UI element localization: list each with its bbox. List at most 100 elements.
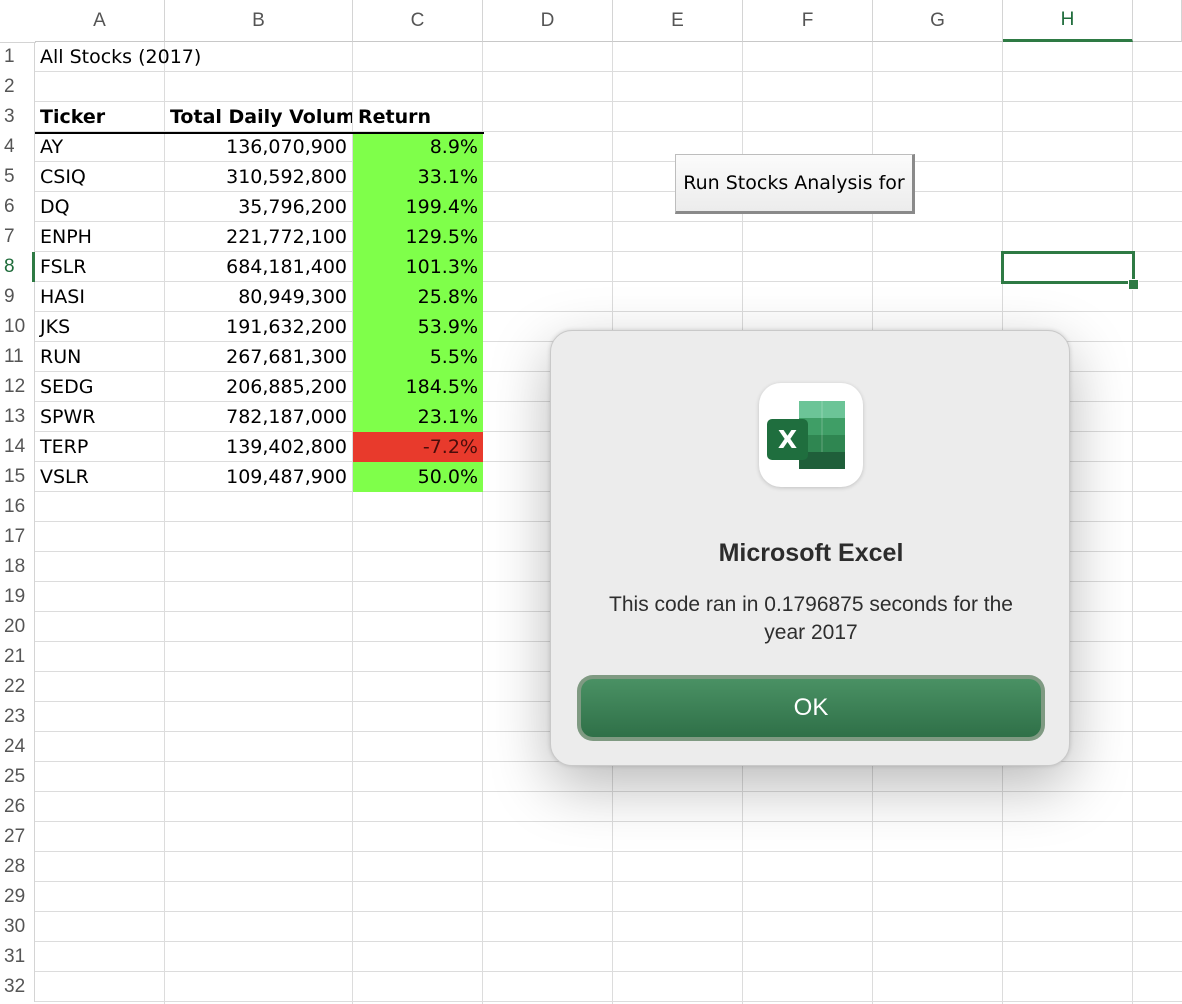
column-header-e[interactable]: E — [613, 0, 743, 42]
row-header-2[interactable]: 2 — [0, 72, 35, 102]
volume-cell[interactable]: 267,681,300 — [165, 342, 352, 372]
return-cell[interactable]: 23.1% — [353, 402, 483, 432]
ok-button-focus-ring: OK — [577, 675, 1045, 741]
run-stocks-analysis-button[interactable]: Run Stocks Analysis for — [675, 154, 915, 214]
volume-cell[interactable]: 310,592,800 — [165, 162, 352, 192]
row-header-28[interactable]: 28 — [0, 852, 35, 882]
volume-cell[interactable]: 35,796,200 — [165, 192, 352, 222]
row-header-32[interactable]: 32 — [0, 972, 35, 1002]
volume-cell[interactable]: 684,181,400 — [165, 252, 352, 282]
row-gridline — [35, 821, 1182, 822]
header-bottom-border — [35, 132, 484, 134]
ticker-cell[interactable]: HASI — [35, 282, 164, 312]
row-header-10[interactable]: 10 — [0, 312, 35, 342]
volume-cell[interactable]: 206,885,200 — [165, 372, 352, 402]
row-header-12[interactable]: 12 — [0, 372, 35, 402]
fill-handle[interactable] — [1128, 279, 1139, 290]
row-header-18[interactable]: 18 — [0, 552, 35, 582]
row-header-5[interactable]: 5 — [0, 162, 35, 192]
ticker-cell[interactable]: ENPH — [35, 222, 164, 252]
row-header-30[interactable]: 30 — [0, 912, 35, 942]
volume-cell[interactable]: 136,070,900 — [165, 132, 352, 162]
row-header-11[interactable]: 11 — [0, 342, 35, 372]
row-header-20[interactable]: 20 — [0, 612, 35, 642]
dialog-message: This code ran in 0.1796875 seconds for t… — [609, 593, 1013, 644]
column-header-f[interactable]: F — [743, 0, 873, 42]
return-cell[interactable]: 101.3% — [353, 252, 483, 282]
ticker-cell[interactable]: VSLR — [35, 462, 164, 492]
return-cell[interactable]: 50.0% — [353, 462, 483, 492]
excel-app-icon: X — [759, 383, 863, 487]
return-cell[interactable]: 184.5% — [353, 372, 483, 402]
return-cell[interactable]: 25.8% — [353, 282, 483, 312]
column-header-c[interactable]: C — [353, 0, 483, 42]
column-gridline — [1132, 42, 1133, 1004]
ticker-cell[interactable]: JKS — [35, 312, 164, 342]
row-header-29[interactable]: 29 — [0, 882, 35, 912]
column-header-g[interactable]: G — [873, 0, 1003, 42]
row-header-14[interactable]: 14 — [0, 432, 35, 462]
ticker-cell[interactable]: DQ — [35, 192, 164, 222]
row-header-6[interactable]: 6 — [0, 192, 35, 222]
column-header-overflow[interactable] — [1133, 0, 1182, 42]
row-header-21[interactable]: 21 — [0, 642, 35, 672]
header-total-daily-volume[interactable]: Total Daily Volume — [165, 102, 352, 132]
alert-dialog: X Microsoft Excel This code ran in 0.179… — [550, 330, 1070, 766]
row-gridline — [35, 791, 1182, 792]
ticker-cell[interactable]: SPWR — [35, 402, 164, 432]
return-cell[interactable]: 199.4% — [353, 192, 483, 222]
row-header-1[interactable]: 1 — [0, 42, 35, 72]
ticker-cell[interactable]: AY — [35, 132, 164, 162]
column-header-h[interactable]: H — [1003, 0, 1133, 42]
ok-button[interactable]: OK — [581, 679, 1041, 737]
select-all-corner[interactable] — [0, 0, 36, 43]
dialog-title: Microsoft Excel — [718, 539, 904, 567]
row-header-13[interactable]: 13 — [0, 402, 35, 432]
row-header-26[interactable]: 26 — [0, 792, 35, 822]
row-header-3[interactable]: 3 — [0, 102, 35, 132]
return-cell[interactable]: -7.2% — [353, 432, 483, 462]
row-header-19[interactable]: 19 — [0, 582, 35, 612]
row-header-31[interactable]: 31 — [0, 942, 35, 972]
volume-cell[interactable]: 221,772,100 — [165, 222, 352, 252]
column-header-a[interactable]: A — [35, 0, 165, 42]
row-header-22[interactable]: 22 — [0, 672, 35, 702]
header-ticker[interactable]: Ticker — [35, 102, 164, 132]
row-header-8[interactable]: 8 — [0, 252, 35, 282]
row-header-16[interactable]: 16 — [0, 492, 35, 522]
column-header-d[interactable]: D — [483, 0, 613, 42]
ok-button-label: OK — [793, 694, 829, 721]
return-cell[interactable]: 129.5% — [353, 222, 483, 252]
volume-cell[interactable]: 782,187,000 — [165, 402, 352, 432]
volume-cell[interactable]: 139,402,800 — [165, 432, 352, 462]
volume-cell[interactable]: 191,632,200 — [165, 312, 352, 342]
volume-cell[interactable]: 80,949,300 — [165, 282, 352, 312]
row-header-7[interactable]: 7 — [0, 222, 35, 252]
header-return[interactable]: Return — [353, 102, 482, 132]
selected-cell-h8[interactable] — [1001, 251, 1135, 284]
return-cell[interactable]: 5.5% — [353, 342, 483, 372]
ticker-cell[interactable]: TERP — [35, 432, 164, 462]
return-cell[interactable]: 33.1% — [353, 162, 483, 192]
row-gridline — [35, 971, 1182, 972]
sheet-title-cell[interactable]: All Stocks (2017) — [35, 42, 355, 72]
ticker-cell[interactable]: SEDG — [35, 372, 164, 402]
row-header-23[interactable]: 23 — [0, 702, 35, 732]
row-header-17[interactable]: 17 — [0, 522, 35, 552]
return-cell[interactable]: 8.9% — [353, 132, 483, 162]
return-cell[interactable]: 53.9% — [353, 312, 483, 342]
row-header-24[interactable]: 24 — [0, 732, 35, 762]
row-header-27[interactable]: 27 — [0, 822, 35, 852]
row-gridline — [35, 881, 1182, 882]
row-header-9[interactable]: 9 — [0, 282, 35, 312]
row-gridline — [35, 911, 1182, 912]
row-header-4[interactable]: 4 — [0, 132, 35, 162]
excel-icon-letter: X — [778, 425, 797, 454]
row-header-25[interactable]: 25 — [0, 762, 35, 792]
ticker-cell[interactable]: FSLR — [35, 252, 164, 282]
ticker-cell[interactable]: CSIQ — [35, 162, 164, 192]
column-header-b[interactable]: B — [165, 0, 353, 42]
row-header-15[interactable]: 15 — [0, 462, 35, 492]
ticker-cell[interactable]: RUN — [35, 342, 164, 372]
volume-cell[interactable]: 109,487,900 — [165, 462, 352, 492]
